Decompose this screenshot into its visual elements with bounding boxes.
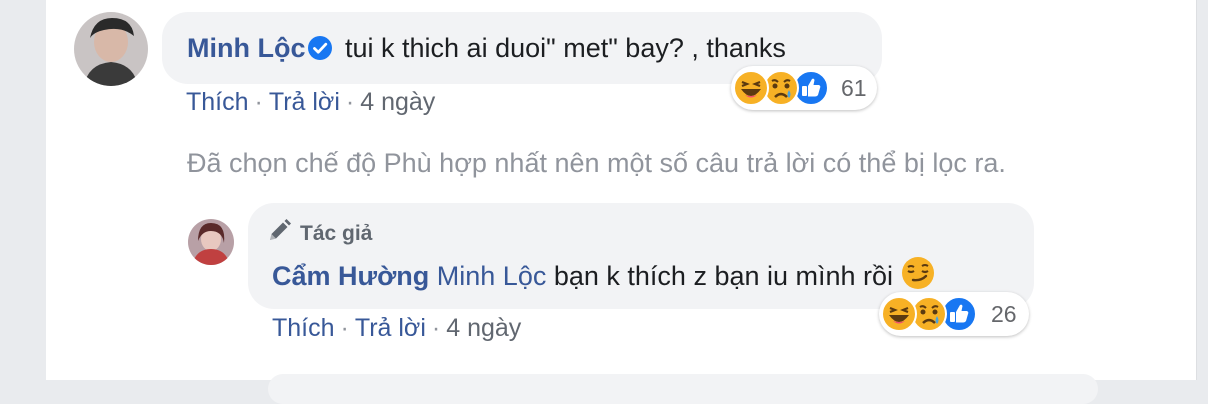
filter-notice: Đã chọn chế độ Phù hợp nhất nên một số c… xyxy=(187,148,1006,178)
reply-text: bạn k thích z bạn iu mình rồi xyxy=(553,261,894,291)
mention-link[interactable]: Minh Lộc xyxy=(437,261,547,291)
reaction-count: 61 xyxy=(841,75,867,101)
next-reply-bubble xyxy=(268,374,1098,404)
pencil-icon xyxy=(270,219,291,240)
comment-text: tui k thich ai duoi" met" bay? , thanks xyxy=(345,33,786,63)
separator: · xyxy=(340,314,349,342)
verified-badge-icon xyxy=(307,35,333,61)
haha-icon xyxy=(881,296,917,332)
author-badge-label: Tác giả xyxy=(300,222,373,245)
reply-link[interactable]: Trả lời xyxy=(269,88,340,116)
reply-author[interactable]: Cẩm Hường xyxy=(272,261,429,291)
timestamp[interactable]: 4 ngày xyxy=(446,314,521,342)
like-link[interactable]: Thích xyxy=(272,314,335,342)
avatar[interactable] xyxy=(74,12,148,86)
reaction-summary[interactable]: 61 xyxy=(731,66,877,110)
comment-content: Minh Lộc tui k thich ai duoi" met" bay? … xyxy=(187,31,786,65)
separator: · xyxy=(431,314,441,342)
page-edge xyxy=(1196,0,1208,380)
reply-content: Cẩm Hường Minh Lộc bạn k thích z bạn iu … xyxy=(272,256,935,293)
avatar[interactable] xyxy=(188,219,234,265)
haha-icon xyxy=(733,70,769,106)
smirk-emoji-icon xyxy=(901,257,935,291)
reply-link[interactable]: Trả lời xyxy=(355,314,426,342)
reaction-count: 26 xyxy=(991,301,1017,327)
timestamp[interactable]: 4 ngày xyxy=(360,88,435,116)
reply-actions: Thích · Trả lời · 4 ngày xyxy=(272,314,521,343)
author-badge: Tác giả xyxy=(266,218,372,246)
reaction-summary[interactable]: 26 xyxy=(879,292,1029,336)
comment-author[interactable]: Minh Lộc xyxy=(187,33,305,63)
comment-actions: Thích · Trả lời · 4 ngày xyxy=(186,88,435,117)
separator: · xyxy=(254,88,263,116)
separator: · xyxy=(345,88,355,116)
like-link[interactable]: Thích xyxy=(186,88,249,116)
